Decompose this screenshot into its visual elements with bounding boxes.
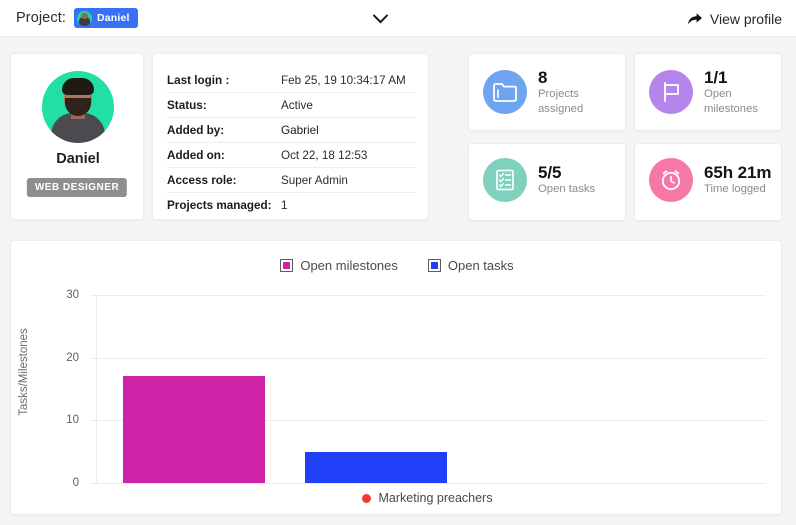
stat-label-line2: milestones <box>704 102 758 115</box>
legend-label: Open milestones <box>300 258 398 273</box>
table-row: Access role: Super Admin <box>167 168 416 193</box>
checklist-icon <box>483 158 527 202</box>
y-axis-tick: 20 <box>66 351 79 364</box>
detail-key: Projects managed: <box>167 199 272 212</box>
legend-swatch-icon <box>427 259 441 272</box>
view-profile-label: View profile <box>709 10 782 27</box>
stat-value: 8 <box>538 68 548 87</box>
detail-value: Super Admin <box>281 173 348 187</box>
legend-item-open-milestones[interactable]: Open milestones <box>280 258 398 273</box>
folder-icon <box>483 70 527 115</box>
grid-line <box>91 357 766 359</box>
share-arrow-icon <box>687 12 702 24</box>
y-axis-line <box>96 295 97 483</box>
y-axis-tick: 30 <box>66 289 79 301</box>
stat-card-open-milestones[interactable]: 1/1 Open milestones <box>634 53 782 131</box>
table-row: Status: Active <box>167 93 416 118</box>
stat-card-projects-assigned[interactable]: 8 Projects assigned <box>468 53 626 131</box>
legend-item-open-tasks[interactable]: Open tasks <box>427 258 514 273</box>
grid-line <box>91 483 766 484</box>
stat-value: 65h 21m <box>704 163 772 183</box>
detail-value: Feb 25, 19 10:34:17 AM <box>281 73 406 87</box>
user-photo-avatar <box>42 71 114 143</box>
alarm-clock-icon <box>649 158 693 202</box>
detail-key: Added on: <box>167 148 225 162</box>
profile-name: Daniel <box>56 151 100 167</box>
stat-value: 1/1 <box>704 68 728 87</box>
y-axis-tick: 10 <box>66 414 79 427</box>
bar-chart-plot: Tasks/Milestones 0 10 20 30 <box>11 286 783 489</box>
stat-label-line1: Open tasks <box>538 183 596 196</box>
details-table: Last login : Feb 25, 19 10:34:17 AM Stat… <box>167 68 416 218</box>
detail-key: Status: <box>167 98 207 112</box>
stat-label-line1: Time logged <box>704 183 766 196</box>
role-badge: WEB DESIGNER <box>26 178 128 197</box>
stat-card-open-tasks[interactable]: 5/5 Open tasks <box>468 143 626 221</box>
chevron-down-icon <box>372 7 389 24</box>
bar-open-milestones[interactable] <box>123 376 265 483</box>
legend-label: Open tasks <box>447 258 514 273</box>
grid-line <box>91 295 766 296</box>
legend-swatch-icon <box>280 259 294 272</box>
table-row: Last login : Feb 25, 19 10:34:17 AM <box>167 68 416 93</box>
stat-label-line1: Projects <box>538 88 579 101</box>
y-axis-title: Tasks/Milestones <box>18 328 30 416</box>
chart-annotation: Marketing preachers <box>11 491 783 505</box>
top-bar: Project: Daniel View profile <box>0 0 796 37</box>
annotation-dot-icon <box>361 493 371 503</box>
detail-key: Last login : <box>167 73 230 87</box>
flag-icon <box>649 70 693 115</box>
y-axis-tick: 0 <box>72 477 79 489</box>
project-selector-chip[interactable]: Daniel <box>73 8 138 28</box>
project-chip-name: Daniel <box>96 12 130 24</box>
stat-value: 5/5 <box>538 163 562 183</box>
detail-key: Added by: <box>167 123 225 137</box>
detail-value: Oct 22, 18 12:53 <box>281 148 368 162</box>
detail-value: Active <box>281 98 313 112</box>
details-card: Last login : Feb 25, 19 10:34:17 AM Stat… <box>152 53 429 220</box>
table-row: Added by: Gabriel <box>167 118 416 143</box>
user-avatar-icon <box>76 10 92 26</box>
profile-card: Daniel WEB DESIGNER <box>10 53 144 220</box>
detail-key: Access role: <box>167 173 237 187</box>
stat-card-time-logged[interactable]: 65h 21m Time logged <box>634 143 782 221</box>
table-row: Added on: Oct 22, 18 12:53 <box>167 143 416 168</box>
chart-card: Open milestones Open tasks Tasks/Milesto… <box>10 240 782 515</box>
detail-value-added-by[interactable]: Gabriel <box>281 124 319 137</box>
detail-value: 1 <box>281 199 288 212</box>
chart-legend: Open milestones Open tasks <box>11 258 783 273</box>
user-profile-page: Project: Daniel View profile Daniel WEB … <box>0 0 796 525</box>
project-dropdown-toggle[interactable] <box>372 0 389 37</box>
table-row: Projects managed: 1 <box>167 193 416 218</box>
view-profile-button[interactable]: View profile <box>687 0 782 37</box>
bar-open-tasks[interactable] <box>305 451 447 483</box>
stat-label-line1: Open <box>704 88 732 101</box>
annotation-label: Marketing preachers <box>378 491 493 505</box>
stat-label-line2: assigned <box>538 102 584 115</box>
project-label: Project: <box>16 10 66 26</box>
